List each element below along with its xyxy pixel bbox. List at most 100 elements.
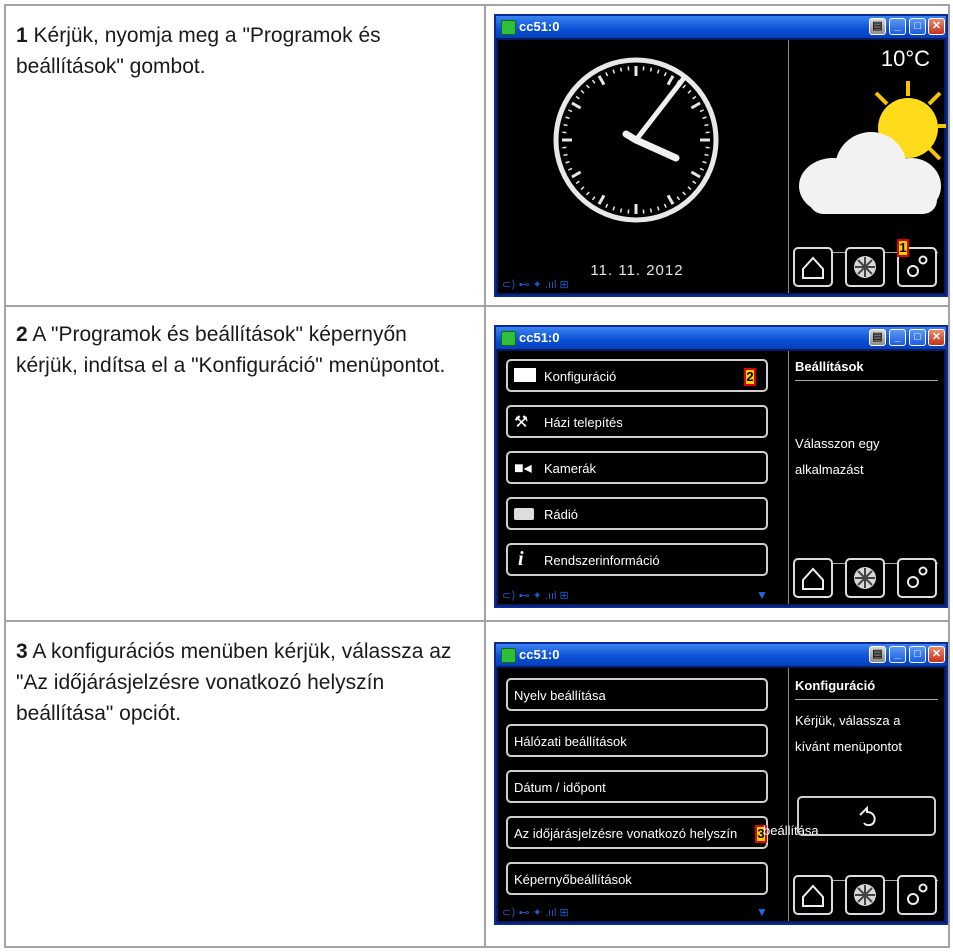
- step-marker: 1: [897, 239, 909, 257]
- menu-item-label: Nyelv beállítása: [514, 688, 606, 703]
- step-instruction: A konfigurációs menüben kérjük, vá­lassz…: [16, 640, 452, 725]
- status-bar-icons: ⊂⟩ ⊷ ✦ .ııl ⊞: [502, 590, 569, 602]
- menu-item-datum[interactable]: Dátum / időpont: [506, 770, 768, 803]
- screenshot-cell: cc51:0 ▤ _ □ ✕ 11. 11. 2012 ⊂⟩ ⊷ ✦ .ııl …: [488, 6, 948, 305]
- keyboard-icon[interactable]: ▤: [869, 18, 886, 35]
- menu-item-radio[interactable]: Rádió: [506, 497, 768, 530]
- clock-tick: [571, 170, 582, 179]
- clock-tick: [575, 95, 580, 100]
- step-instruction: A "Programok és beállítások" képer­nyőn …: [16, 323, 446, 377]
- program-button[interactable]: [845, 558, 885, 598]
- step-row-1: 1 Kérjük, nyomja meg a "Programok és beá…: [6, 6, 948, 307]
- clock-tick: [591, 79, 596, 84]
- back-button[interactable]: [797, 796, 936, 836]
- scroll-down-icon[interactable]: ▼: [756, 905, 768, 919]
- clock-panel: 11. 11. 2012 ⊂⟩ ⊷ ✦ .ııl ⊞: [498, 40, 789, 293]
- date-display: 11. 11. 2012: [590, 262, 684, 279]
- home-icon: [802, 567, 824, 590]
- menu-item-halozati[interactable]: Hálózati beállítások: [506, 724, 768, 757]
- menu-item-kepernyo[interactable]: Képernyőbeállítások: [506, 862, 768, 895]
- menu-item-konfiguracio[interactable]: Konfiguráció 2: [506, 359, 768, 392]
- menu-item-nyelv[interactable]: Nyelv beállítása: [506, 678, 768, 711]
- menu-item-label: Képernyőbeállítások: [514, 872, 632, 887]
- window-titlebar: cc51:0 ▤ _ □ ✕: [496, 327, 946, 349]
- device-screen: Nyelv beállítása Hálózati beállítások Dá…: [498, 668, 944, 921]
- clock-tick: [575, 180, 580, 185]
- minimize-button[interactable]: _: [889, 646, 906, 663]
- window-title: cc51:0: [519, 330, 560, 345]
- maximize-button[interactable]: □: [909, 646, 926, 663]
- menu-item-label: Konfiguráció: [544, 369, 617, 384]
- clock-tick: [605, 203, 609, 208]
- home-button[interactable]: [793, 558, 833, 598]
- window-titlebar: cc51:0 ▤ _ □ ✕: [496, 644, 946, 666]
- step-number: 3: [16, 640, 28, 663]
- menu-panel: Nyelv beállítása Hálózati beállítások Dá…: [498, 668, 789, 921]
- device-screen: Konfiguráció 2 ⚒ Házi telepítés ■◂ Kamer…: [498, 351, 944, 604]
- clock-tick: [687, 186, 692, 191]
- clock-tick: [565, 160, 570, 164]
- clock-tick: [690, 170, 701, 179]
- app-icon: [501, 331, 516, 346]
- menu-item-label: Kamerák: [544, 461, 597, 476]
- close-button[interactable]: ✕: [928, 646, 945, 663]
- clock-tick: [690, 101, 701, 110]
- keyboard-icon[interactable]: ▤: [869, 329, 886, 346]
- step-marker: 2: [744, 368, 756, 386]
- app-window: cc51:0 ▤ _ □ ✕ Konfiguráció 2 ⚒ Házi tel…: [494, 325, 948, 608]
- menu-item-label: Rendszerinformáció: [544, 553, 660, 568]
- maximize-button[interactable]: □: [909, 329, 926, 346]
- settings-button[interactable]: [897, 875, 937, 915]
- home-button[interactable]: [793, 875, 833, 915]
- clock-tick: [597, 75, 606, 86]
- home-button[interactable]: [793, 247, 833, 287]
- clock-tick: [666, 75, 675, 86]
- menu-item-helyszin[interactable]: Az időjárásjelzésre vonatkozó helyszín 3: [506, 816, 768, 849]
- program-button[interactable]: [845, 875, 885, 915]
- minimize-button[interactable]: _: [889, 18, 906, 35]
- panel-title: Beállítások: [795, 359, 864, 374]
- program-button[interactable]: [845, 247, 885, 287]
- clock-tick: [585, 191, 590, 196]
- clock-tick: [699, 109, 704, 113]
- temperature-display: 10°C: [880, 46, 930, 71]
- settings-button[interactable]: [897, 558, 937, 598]
- clock-tick: [704, 153, 709, 157]
- close-button[interactable]: ✕: [928, 329, 945, 346]
- menu-item-kamerak[interactable]: ■◂ Kamerák: [506, 451, 768, 484]
- clock-tick: [591, 196, 596, 201]
- clock-tick: [692, 95, 697, 100]
- app-window: cc51:0 ▤ _ □ ✕ 11. 11. 2012 ⊂⟩ ⊷ ✦ .ııl …: [494, 14, 948, 297]
- clock-tick: [571, 101, 582, 110]
- clock-tick: [568, 109, 573, 113]
- clock-tick: [612, 206, 616, 211]
- menu-item-rendszerinformacio[interactable]: i Rendszerinformáció: [506, 543, 768, 576]
- app-window: cc51:0 ▤ _ □ ✕ Nyelv beállítása Hálózati…: [494, 642, 948, 925]
- partly-cloudy-icon[interactable]: [793, 76, 948, 236]
- step-row-3: 3 A konfigurációs menüben kérjük, vá­las…: [6, 622, 948, 946]
- clock-tick: [580, 89, 585, 94]
- minimize-button[interactable]: _: [889, 329, 906, 346]
- menu-item-label: Rádió: [544, 507, 578, 522]
- program-icon: [854, 256, 876, 278]
- menu-item-label: Hálózati beállítások: [514, 734, 627, 749]
- home-icon: [802, 256, 824, 279]
- weather-panel: 10°C 1: [789, 40, 946, 293]
- bottom-nav: 1: [793, 239, 938, 287]
- close-button[interactable]: ✕: [928, 18, 945, 35]
- status-bar-icons: ⊂⟩ ⊷ ✦ .ııl ⊞: [502, 279, 569, 291]
- keyboard-icon[interactable]: ▤: [869, 646, 886, 663]
- wrench-icon: ⚒: [514, 414, 529, 431]
- info-icon: i: [518, 548, 524, 570]
- step-instruction: Kérjük, nyomja meg a "Programok és beáll…: [16, 24, 381, 78]
- panel-text-line-1: Válasszon egy: [795, 436, 880, 451]
- menu-item-hazi-telepites[interactable]: ⚒ Házi telepítés: [506, 405, 768, 438]
- bottom-nav: [793, 875, 938, 915]
- instruction-table: 1 Kérjük, nyomja meg a "Programok és beá…: [4, 4, 950, 948]
- step-text-cell: 2 A "Programok és beállítások" képer­nyő…: [6, 305, 486, 620]
- info-panel: Beállítások Válasszon egy alkalmazást: [789, 351, 944, 604]
- menu-item-label: Dátum / időpont: [514, 780, 606, 795]
- maximize-button[interactable]: □: [909, 18, 926, 35]
- scroll-down-icon[interactable]: ▼: [756, 588, 768, 602]
- clock-tick: [649, 208, 653, 213]
